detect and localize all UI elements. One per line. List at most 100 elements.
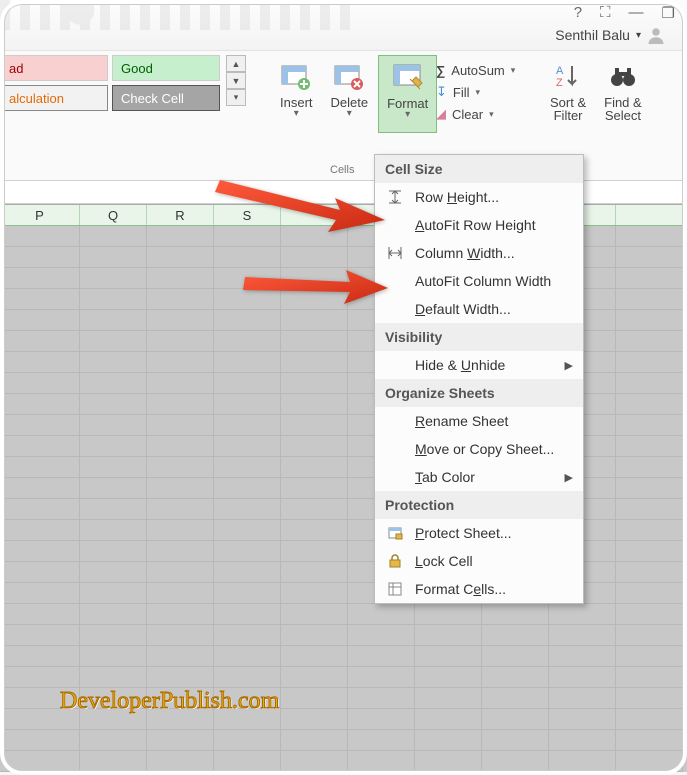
cell[interactable] bbox=[549, 667, 616, 688]
cell[interactable] bbox=[482, 667, 549, 688]
cell[interactable] bbox=[147, 331, 214, 352]
cell[interactable] bbox=[482, 604, 549, 625]
cell[interactable] bbox=[281, 688, 348, 709]
style-check-cell[interactable]: Check Cell bbox=[112, 85, 220, 111]
cell[interactable] bbox=[0, 457, 80, 478]
cell[interactable] bbox=[549, 751, 616, 772]
cell[interactable] bbox=[549, 730, 616, 751]
cell[interactable] bbox=[281, 499, 348, 520]
restore-icon[interactable]: ❐ bbox=[662, 4, 675, 22]
menu-autofit-row-height[interactable]: AutoFit Row Height bbox=[375, 211, 583, 239]
minimize-icon[interactable]: — bbox=[629, 4, 644, 22]
cell[interactable] bbox=[214, 331, 281, 352]
cell[interactable] bbox=[147, 730, 214, 751]
cell[interactable] bbox=[0, 226, 80, 247]
cell[interactable] bbox=[616, 562, 683, 583]
cell[interactable] bbox=[214, 667, 281, 688]
grid-row[interactable] bbox=[0, 604, 687, 625]
cell[interactable] bbox=[482, 709, 549, 730]
cell[interactable] bbox=[80, 499, 147, 520]
cell[interactable] bbox=[616, 415, 683, 436]
cell[interactable] bbox=[415, 709, 482, 730]
menu-tab-color[interactable]: Tab Color ▶ bbox=[375, 463, 583, 491]
cell[interactable] bbox=[281, 730, 348, 751]
cell[interactable] bbox=[214, 583, 281, 604]
cell[interactable] bbox=[616, 583, 683, 604]
cell[interactable] bbox=[0, 247, 80, 268]
cell[interactable] bbox=[281, 562, 348, 583]
cell[interactable] bbox=[0, 625, 80, 646]
cell[interactable] bbox=[214, 625, 281, 646]
insert-button[interactable]: Insert ▾ bbox=[272, 55, 321, 133]
cell[interactable] bbox=[549, 604, 616, 625]
cell[interactable] bbox=[616, 646, 683, 667]
menu-autofit-column-width[interactable]: AutoFit Column Width bbox=[375, 267, 583, 295]
cell[interactable] bbox=[281, 478, 348, 499]
style-calculation[interactable]: alculation bbox=[0, 85, 108, 111]
cell[interactable] bbox=[214, 373, 281, 394]
cell[interactable] bbox=[281, 436, 348, 457]
cell[interactable] bbox=[0, 394, 80, 415]
cell[interactable] bbox=[281, 373, 348, 394]
cell[interactable] bbox=[616, 625, 683, 646]
cell[interactable] bbox=[482, 646, 549, 667]
cell[interactable] bbox=[415, 625, 482, 646]
menu-rename-sheet[interactable]: Rename Sheet bbox=[375, 407, 583, 435]
cell[interactable] bbox=[80, 520, 147, 541]
cell[interactable] bbox=[147, 310, 214, 331]
menu-lock-cell[interactable]: Lock Cell bbox=[375, 547, 583, 575]
cell[interactable] bbox=[147, 415, 214, 436]
cell[interactable] bbox=[0, 289, 80, 310]
cell[interactable] bbox=[616, 436, 683, 457]
cell[interactable] bbox=[214, 520, 281, 541]
cell[interactable] bbox=[281, 751, 348, 772]
cell[interactable] bbox=[80, 625, 147, 646]
cell[interactable] bbox=[415, 604, 482, 625]
autosum-button[interactable]: ∑ AutoSum ▾ bbox=[432, 59, 519, 81]
cell[interactable] bbox=[616, 667, 683, 688]
cell[interactable] bbox=[147, 541, 214, 562]
cell[interactable] bbox=[214, 457, 281, 478]
cell[interactable] bbox=[147, 646, 214, 667]
cell[interactable] bbox=[147, 604, 214, 625]
cell[interactable] bbox=[214, 436, 281, 457]
cell[interactable] bbox=[348, 709, 415, 730]
cell[interactable] bbox=[214, 646, 281, 667]
cell[interactable] bbox=[281, 415, 348, 436]
cell[interactable] bbox=[616, 226, 683, 247]
cell[interactable] bbox=[80, 646, 147, 667]
cell[interactable] bbox=[482, 688, 549, 709]
cell[interactable] bbox=[281, 646, 348, 667]
grid-row[interactable] bbox=[0, 646, 687, 667]
gallery-scroll[interactable]: ▲ ▼ ▾ bbox=[226, 55, 246, 111]
cell[interactable] bbox=[147, 268, 214, 289]
fill-button[interactable]: ↧ Fill ▾ bbox=[432, 81, 519, 103]
cell[interactable] bbox=[415, 751, 482, 772]
menu-hide-unhide[interactable]: Hide & Unhide ▶ bbox=[375, 351, 583, 379]
cell[interactable] bbox=[616, 352, 683, 373]
menu-format-cells[interactable]: Format Cells... bbox=[375, 575, 583, 603]
cell[interactable] bbox=[549, 688, 616, 709]
sort-filter-button[interactable]: AZ Sort & Filter bbox=[542, 55, 594, 133]
cell[interactable] bbox=[147, 751, 214, 772]
cell[interactable] bbox=[616, 394, 683, 415]
cell[interactable] bbox=[147, 667, 214, 688]
cell[interactable] bbox=[281, 667, 348, 688]
cell[interactable] bbox=[147, 520, 214, 541]
format-button[interactable]: Format ▾ bbox=[378, 55, 437, 133]
cell[interactable] bbox=[80, 667, 147, 688]
cell[interactable] bbox=[80, 394, 147, 415]
cell[interactable] bbox=[214, 541, 281, 562]
cell[interactable] bbox=[0, 667, 80, 688]
cell[interactable] bbox=[147, 247, 214, 268]
cell[interactable] bbox=[281, 583, 348, 604]
cell[interactable] bbox=[147, 289, 214, 310]
cell[interactable] bbox=[616, 709, 683, 730]
cell[interactable] bbox=[616, 247, 683, 268]
cell[interactable] bbox=[549, 709, 616, 730]
gallery-up-icon[interactable]: ▲ bbox=[226, 55, 246, 72]
cell[interactable] bbox=[281, 625, 348, 646]
grid-row[interactable] bbox=[0, 730, 687, 751]
cell[interactable] bbox=[616, 331, 683, 352]
menu-default-width[interactable]: Default Width... bbox=[375, 295, 583, 323]
